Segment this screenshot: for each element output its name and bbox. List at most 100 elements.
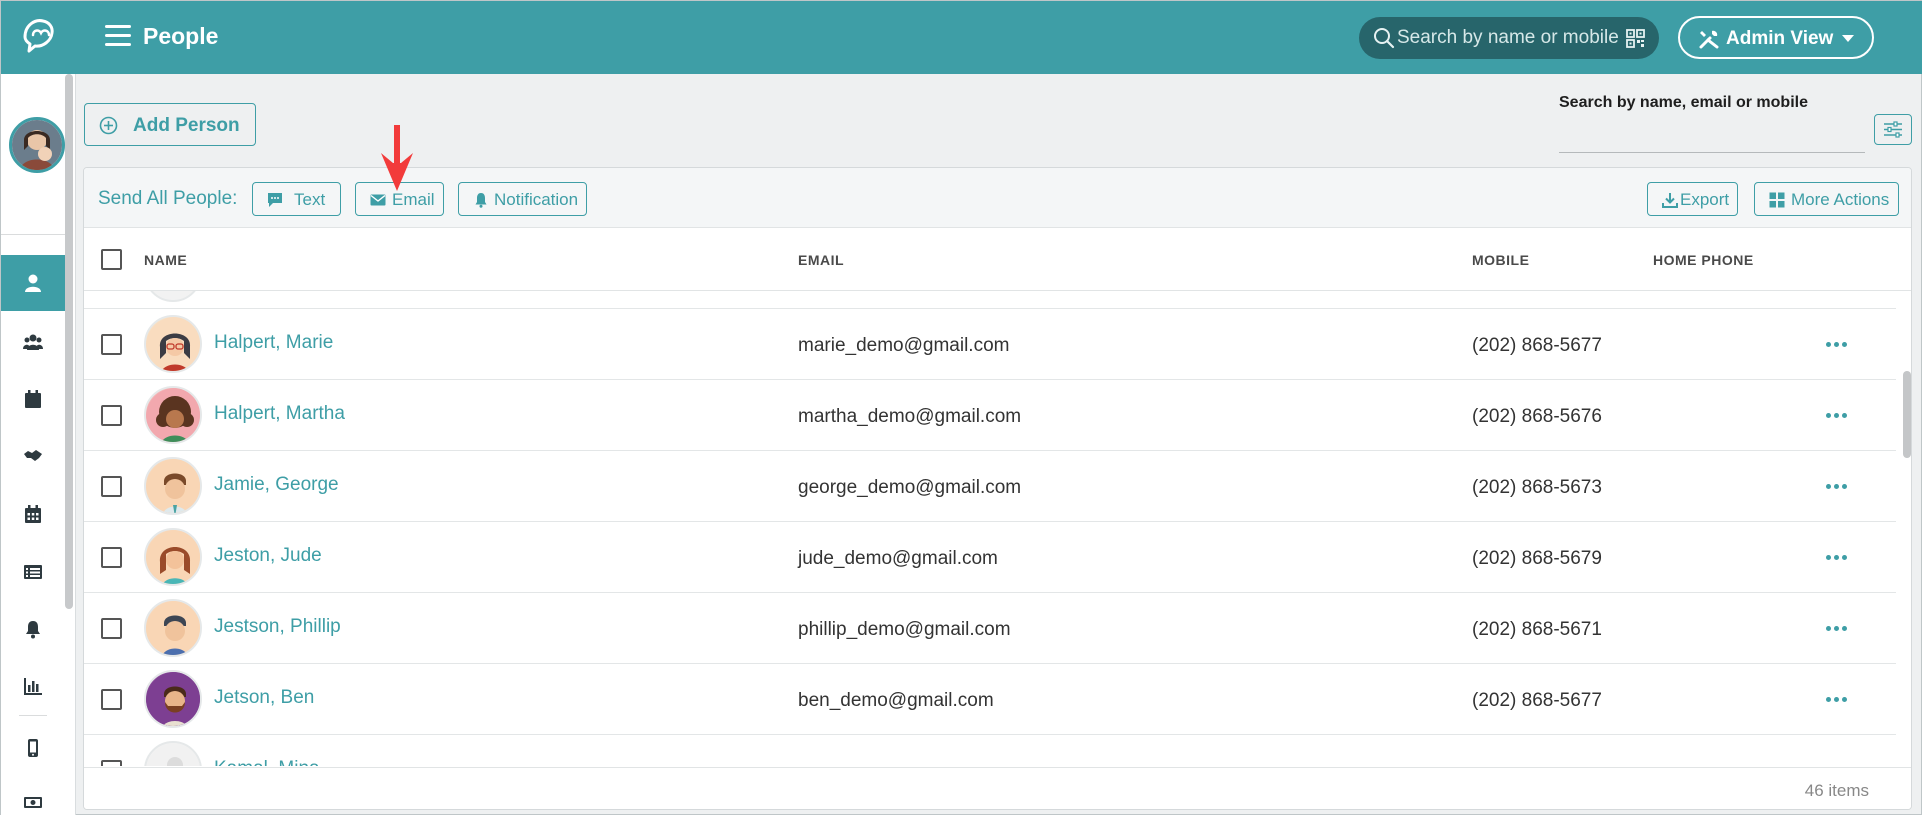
sidebar-divider [19, 715, 47, 716]
table-row[interactable]: Jeston, Jude jude_demo@gmail.com (202) 8… [84, 522, 1896, 593]
column-header-email[interactable]: EMAIL [798, 252, 844, 268]
row-checkbox[interactable] [101, 760, 122, 766]
admin-view-dropdown[interactable]: Admin View [1678, 16, 1874, 59]
person-email: ben_demo@gmail.com [798, 690, 994, 711]
table-row[interactable]: Halpert, Martha martha_demo@gmail.com (2… [84, 380, 1896, 451]
user-avatar[interactable] [9, 117, 65, 173]
send-notification-button[interactable]: Notification [458, 182, 587, 216]
sidebar-item-volunteers[interactable] [1, 428, 65, 484]
people-search-label: Search by name, email or mobile [1559, 94, 1808, 111]
send-all-label: Send All People: [98, 188, 238, 209]
person-name-link[interactable]: Jeston, Jude [214, 545, 322, 567]
column-header-home-phone[interactable]: HOME PHONE [1653, 252, 1754, 268]
sidebar-item-events[interactable] [1, 371, 65, 427]
groups-icon [23, 334, 43, 350]
send-text-button[interactable]: Text [252, 182, 341, 216]
add-person-button[interactable]: Add Person [84, 103, 256, 146]
column-header-name[interactable]: NAME [144, 252, 187, 268]
row-more-options-icon[interactable] [1826, 337, 1852, 351]
row-more-options-icon[interactable] [1826, 550, 1852, 564]
avatar [144, 457, 202, 515]
sidebar-item-notifications[interactable] [1, 601, 65, 657]
avatar [144, 741, 202, 766]
person-mobile: (202) 868-5677 [1472, 335, 1602, 356]
sidebar-item-groups[interactable] [1, 314, 65, 370]
table-row[interactable]: Kamal, Mina [84, 735, 1896, 766]
person-name-link[interactable]: Jestson, Phillip [214, 616, 341, 638]
person-name-link[interactable]: Halpert, Marie [214, 332, 333, 354]
send-notification-label: Notification [494, 190, 579, 209]
list-icon [24, 565, 42, 579]
row-checkbox[interactable] [101, 547, 122, 568]
row-more-options-icon[interactable] [1826, 408, 1852, 422]
table-row[interactable]: Jamie, George george_demo@gmail.com (202… [84, 451, 1896, 522]
row-checkbox[interactable] [101, 405, 122, 426]
avatar [144, 599, 202, 657]
column-header-mobile[interactable]: MOBILE [1472, 252, 1529, 268]
grid-scrollbar-thumb[interactable] [1903, 371, 1911, 458]
money-icon [24, 797, 42, 808]
grid-toolbar: Send All People: Text Email Notification… [84, 168, 1911, 228]
add-person-label: Add Person [133, 115, 240, 136]
items-count: 46 items [1804, 781, 1869, 800]
app-window: People Search by name or mobile Admin Vi… [0, 0, 1922, 815]
sidebar-item-people[interactable] [1, 255, 65, 311]
row-checkbox[interactable] [101, 476, 122, 497]
sidebar-scrollbar[interactable] [65, 74, 73, 609]
grid-icon [1769, 192, 1785, 208]
person-email: jude_demo@gmail.com [798, 548, 998, 569]
annotation-arrow-icon [381, 125, 413, 191]
table-header: NAME EMAIL MOBILE HOME PHONE [84, 229, 1911, 291]
people-grid: Send All People: Text Email Notification… [83, 167, 1912, 810]
chat-icon [268, 193, 282, 207]
person-mobile: (202) 868-5677 [1472, 690, 1602, 711]
more-actions-button[interactable]: More Actions [1754, 182, 1899, 216]
select-all-checkbox[interactable] [101, 249, 122, 270]
row-more-options-icon[interactable] [1826, 621, 1852, 635]
filter-button[interactable] [1874, 114, 1912, 145]
sidebar-item-giving[interactable] [1, 774, 65, 815]
table-row[interactable] [84, 291, 1896, 309]
calendar-icon [25, 390, 41, 408]
table-row[interactable]: Jetson, Ben ben_demo@gmail.com (202) 868… [84, 664, 1896, 735]
hamburger-menu-icon[interactable] [105, 25, 131, 49]
row-checkbox[interactable] [101, 618, 122, 639]
global-search[interactable] [1359, 17, 1659, 59]
export-button[interactable]: Export [1647, 182, 1738, 216]
sidebar-item-reports[interactable] [1, 658, 65, 714]
row-more-options-icon[interactable] [1826, 479, 1852, 493]
row-checkbox[interactable] [101, 689, 122, 710]
sidebar-item-schedule[interactable] [1, 486, 65, 542]
sliders-icon [1884, 121, 1902, 138]
bell-icon [26, 621, 40, 639]
plus-circle-icon [99, 116, 118, 135]
person-name-link[interactable]: Jetson, Ben [214, 687, 314, 709]
avatar [144, 291, 202, 302]
bell-icon [475, 193, 487, 208]
qr-code-icon[interactable] [1626, 29, 1645, 48]
table-row[interactable]: Halpert, Marie marie_demo@gmail.com (202… [84, 309, 1896, 380]
person-name-link[interactable]: Halpert, Martha [214, 403, 345, 425]
person-mobile: (202) 868-5679 [1472, 548, 1602, 569]
row-checkbox[interactable] [101, 334, 122, 355]
send-text-label: Text [294, 190, 326, 209]
bar-chart-icon [24, 678, 42, 695]
table-body[interactable]: Halpert, Marie marie_demo@gmail.com (202… [84, 291, 1896, 766]
export-label: Export [1680, 190, 1730, 209]
person-name-link[interactable]: Kamal, Mina [214, 758, 320, 766]
table-row[interactable]: Jestson, Phillip phillip_demo@gmail.com … [84, 593, 1896, 664]
people-search-input[interactable] [1559, 123, 1865, 153]
row-more-options-icon[interactable] [1826, 692, 1852, 706]
person-name-link[interactable]: Jamie, George [214, 474, 339, 496]
person-email: marie_demo@gmail.com [798, 335, 1010, 356]
person-mobile: (202) 868-5671 [1472, 619, 1602, 640]
person-email: george_demo@gmail.com [798, 477, 1022, 498]
person-email: martha_demo@gmail.com [798, 406, 1022, 427]
global-search-input[interactable] [1397, 25, 1619, 51]
chevron-down-icon [1842, 35, 1854, 42]
app-logo-icon[interactable] [19, 15, 59, 55]
sidebar-item-mobile[interactable] [1, 720, 65, 776]
grid-scrollbar[interactable] [1903, 291, 1911, 766]
handshake-icon [24, 450, 42, 461]
sidebar-item-lists[interactable] [1, 544, 65, 600]
